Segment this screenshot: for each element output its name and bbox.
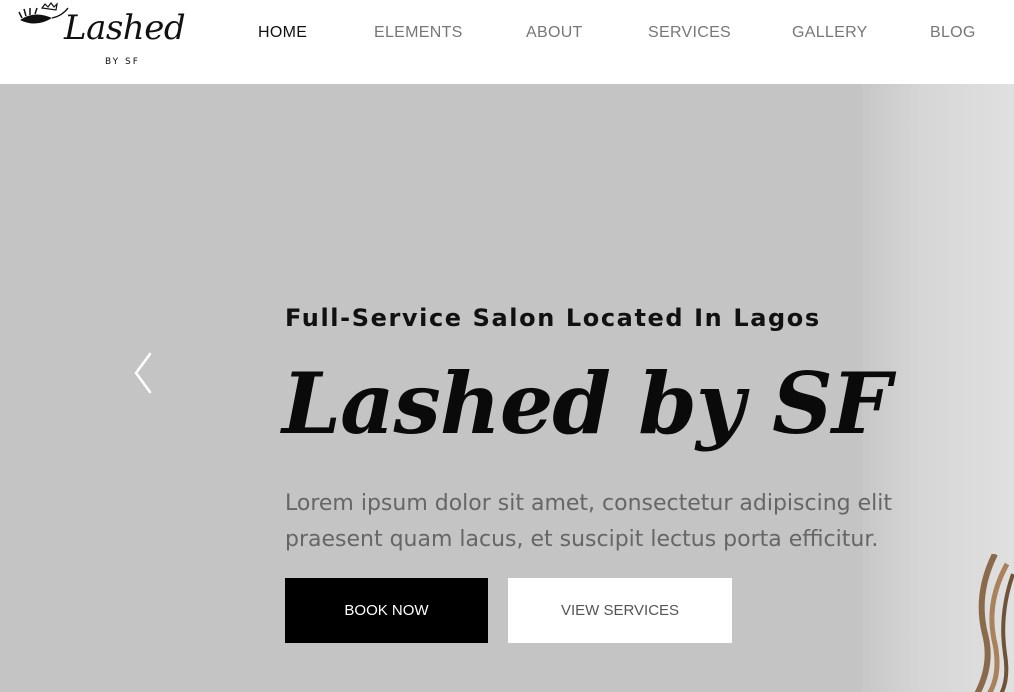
nav-about[interactable]: ABOUT: [526, 24, 583, 42]
view-services-button[interactable]: VIEW SERVICES: [508, 578, 732, 643]
slider-prev-button[interactable]: [128, 350, 158, 396]
nav-blog[interactable]: BLOG: [930, 24, 976, 42]
hero-title: Lashed by SF: [282, 354, 891, 453]
hero-description-line-2: praesent quam lacus, et suscipit lectus …: [285, 527, 879, 552]
nav-services[interactable]: SERVICES: [648, 24, 731, 42]
main-navigation: HOME ELEMENTS ABOUT SERVICES GALLERY BLO…: [0, 0, 1014, 84]
book-now-button[interactable]: BOOK NOW: [285, 578, 488, 643]
site-header: Lashed BY SF HOME ELEMENTS ABOUT SERVICE…: [0, 0, 1014, 84]
hair-strands-image: [974, 554, 1014, 692]
hero-description: Lorem ipsum dolor sit amet, consectetur …: [285, 486, 892, 558]
hero-slider: Full-Service Salon Located In Lagos Lash…: [0, 84, 1014, 692]
hero-description-line-1: Lorem ipsum dolor sit amet, consectetur …: [285, 491, 892, 516]
hero-subtitle: Full-Service Salon Located In Lagos: [285, 304, 821, 332]
chevron-left-icon: [134, 352, 152, 394]
nav-gallery[interactable]: GALLERY: [792, 24, 868, 42]
nav-home[interactable]: HOME: [258, 24, 307, 42]
nav-elements[interactable]: ELEMENTS: [374, 24, 463, 42]
